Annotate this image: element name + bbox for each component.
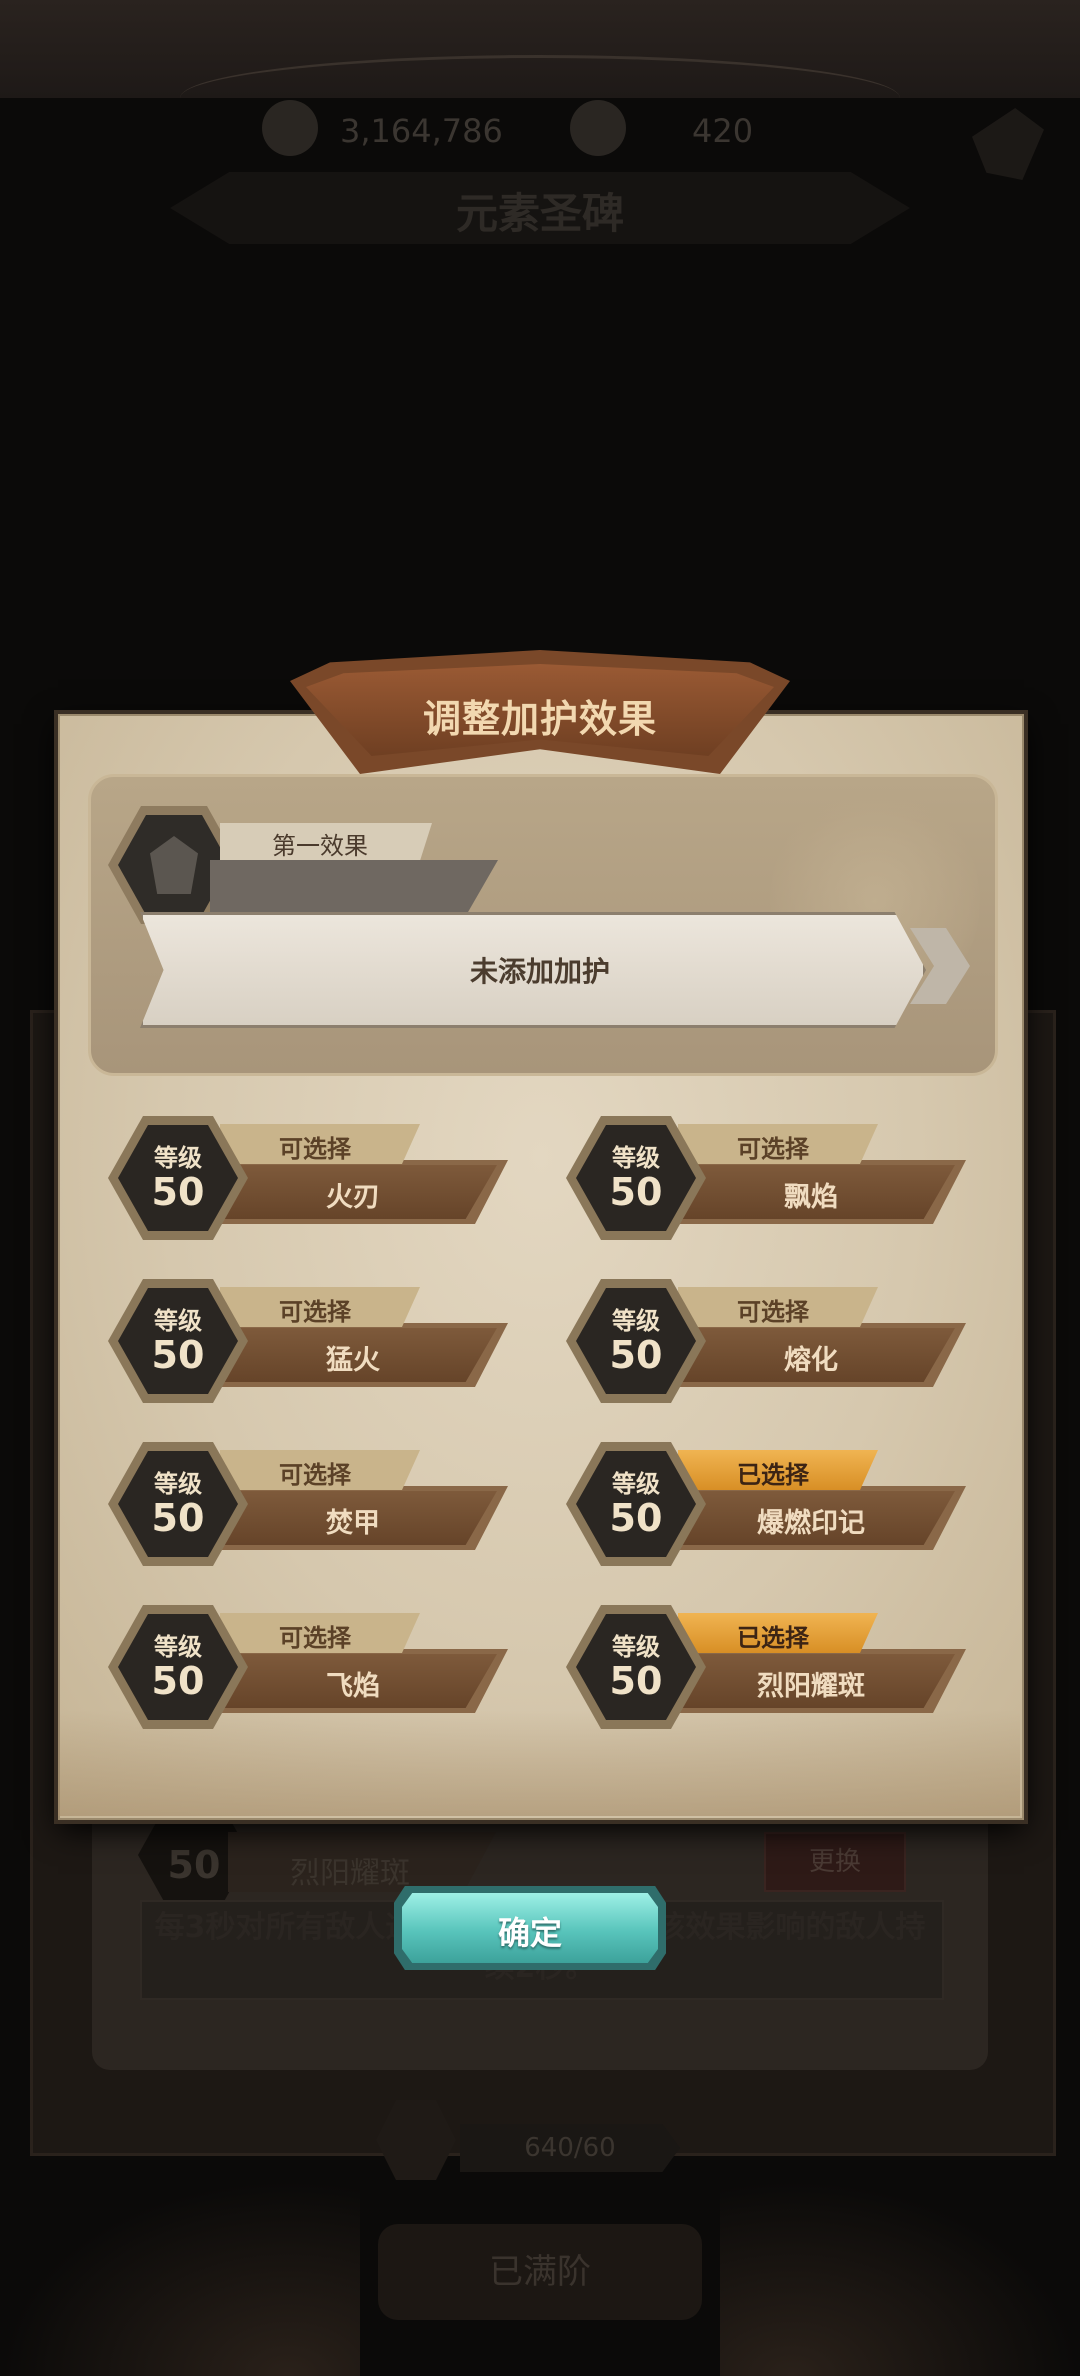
option-status: 已选择 [737, 1624, 809, 1652]
option-name: 焚甲 [326, 1508, 380, 1539]
confirm-label[interactable]: 确定 [394, 1908, 666, 1954]
option-name: 飘焰 [784, 1182, 838, 1213]
level-label: 等级 [612, 1144, 660, 1172]
gem-icon [570, 100, 626, 156]
background-effect-name: 烈阳耀斑 [290, 1856, 410, 1891]
option-card[interactable]: 可选择 猛火 等级 50 [108, 1273, 528, 1403]
option-name: 烈阳耀斑 [757, 1671, 865, 1702]
level-number: 50 [609, 1333, 663, 1377]
max-rank-button[interactable]: 已满阶 [378, 2224, 702, 2320]
level-label: 等级 [154, 1633, 202, 1661]
option-card[interactable]: 可选择 火刃 等级 50 [108, 1110, 528, 1240]
option-card[interactable]: 可选择 熔化 等级 50 [566, 1273, 986, 1403]
level-number: 50 [151, 1170, 205, 1214]
option-status: 可选择 [737, 1298, 809, 1326]
option-status: 可选择 [279, 1135, 351, 1163]
level-number: 50 [609, 1496, 663, 1540]
top-bar [0, 0, 1080, 98]
option-card-selected[interactable]: 已选择 烈阳耀斑 等级 50 [566, 1599, 986, 1729]
option-status: 可选择 [279, 1624, 351, 1652]
option-status: 可选择 [737, 1135, 809, 1163]
option-name: 猛火 [326, 1345, 380, 1376]
back-button[interactable] [972, 108, 1044, 180]
level-label: 等级 [154, 1307, 202, 1335]
option-status: 已选择 [737, 1461, 809, 1489]
first-effect-label: 第一效果 [272, 832, 368, 860]
background-level: 50 [167, 1843, 221, 1887]
option-card[interactable]: 可选择 飘焰 等级 50 [566, 1110, 986, 1240]
screen-title: 元素圣碑 [455, 189, 624, 238]
progress-count: 640/60 [460, 2124, 680, 2172]
level-label: 等级 [612, 1633, 660, 1661]
right-wing-decoration [720, 2180, 1080, 2376]
option-name: 飞焰 [326, 1671, 380, 1702]
level-number: 50 [151, 1496, 205, 1540]
level-label: 等级 [612, 1307, 660, 1335]
level-number: 50 [609, 1659, 663, 1703]
level-label: 等级 [612, 1470, 660, 1498]
level-label: 等级 [154, 1470, 202, 1498]
option-card-selected[interactable]: 已选择 爆燃印记 等级 50 [566, 1436, 986, 1566]
level-number: 50 [151, 1659, 205, 1703]
dialog-title: 调整加护效果 [422, 697, 657, 741]
option-card[interactable]: 可选择 飞焰 等级 50 [108, 1599, 528, 1729]
blessing-slot-text: 未添加加护 [469, 955, 610, 988]
change-button[interactable]: 更换 [764, 1832, 906, 1892]
option-card[interactable]: 可选择 焚甲 等级 50 [108, 1436, 528, 1566]
left-wing-decoration [0, 2180, 360, 2376]
gem-amount: 420 [692, 112, 754, 150]
first-effect-name-bar [210, 860, 498, 920]
level-label: 等级 [154, 1144, 202, 1172]
level-number: 50 [151, 1333, 205, 1377]
gold-amount: 3,164,786 [340, 112, 503, 150]
level-number: 50 [609, 1170, 663, 1214]
option-status: 可选择 [279, 1461, 351, 1489]
gold-coin-icon [262, 100, 318, 156]
option-status: 可选择 [279, 1298, 351, 1326]
option-name: 爆燃印记 [757, 1508, 865, 1539]
option-name: 熔化 [784, 1345, 838, 1376]
option-name: 火刃 [326, 1182, 380, 1213]
